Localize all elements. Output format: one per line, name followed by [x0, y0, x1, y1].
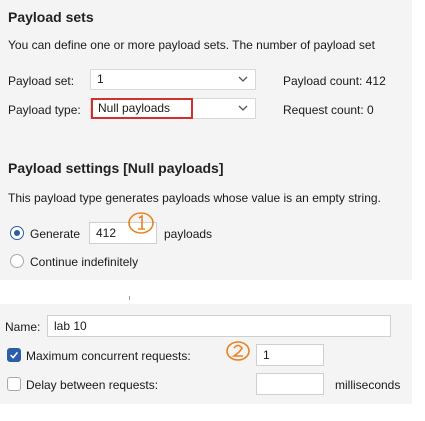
payload-type-value: Null payloads: [98, 101, 171, 115]
chevron-down-icon: [238, 105, 248, 111]
payload-type-value-box[interactable]: Null payloads: [91, 98, 193, 119]
chevron-down-icon: [238, 76, 248, 82]
max-concurrent-checkbox[interactable]: [7, 348, 21, 362]
delay-unit: milliseconds: [335, 378, 401, 392]
annotation-marker-2: [224, 339, 252, 368]
payload-sets-heading: Payload sets: [8, 9, 94, 25]
max-concurrent-label: Maximum concurrent requests:: [26, 349, 191, 363]
payload-set-label: Payload set:: [8, 74, 75, 88]
checkmark-icon: [10, 351, 19, 359]
generate-count-value: 412: [96, 226, 117, 240]
payload-type-label: Payload type:: [8, 103, 81, 117]
name-input[interactable]: lab 10: [47, 315, 391, 337]
delay-input[interactable]: [256, 373, 324, 395]
max-concurrent-input[interactable]: 1: [256, 344, 324, 366]
annotation-marker-1: [126, 210, 156, 241]
payload-set-value: 1: [97, 72, 104, 86]
delay-label: Delay between requests:: [26, 378, 159, 392]
separator-tick: [129, 296, 130, 300]
request-count: Request count: 0: [283, 103, 374, 117]
continue-radio[interactable]: [10, 254, 24, 268]
payload-settings-heading: Payload settings [Null payloads]: [8, 160, 224, 176]
circled-number-icon: [226, 341, 250, 361]
name-value: lab 10: [54, 319, 87, 333]
generate-label: Generate: [30, 227, 81, 241]
max-concurrent-value: 1: [263, 348, 270, 362]
generate-radio[interactable]: [10, 226, 24, 240]
circled-number-icon: [128, 212, 154, 234]
generate-suffix: payloads: [164, 227, 213, 241]
delay-checkbox[interactable]: [7, 377, 21, 391]
payload-count: Payload count: 412: [283, 74, 386, 88]
payload-set-dropdown[interactable]: 1: [90, 69, 256, 90]
continue-label: Continue indefinitely: [30, 255, 139, 269]
payload-settings-description: This payload type generates payloads who…: [8, 191, 381, 205]
payload-sets-description: You can define one or more payload sets.…: [8, 38, 375, 52]
name-label: Name:: [5, 320, 41, 334]
